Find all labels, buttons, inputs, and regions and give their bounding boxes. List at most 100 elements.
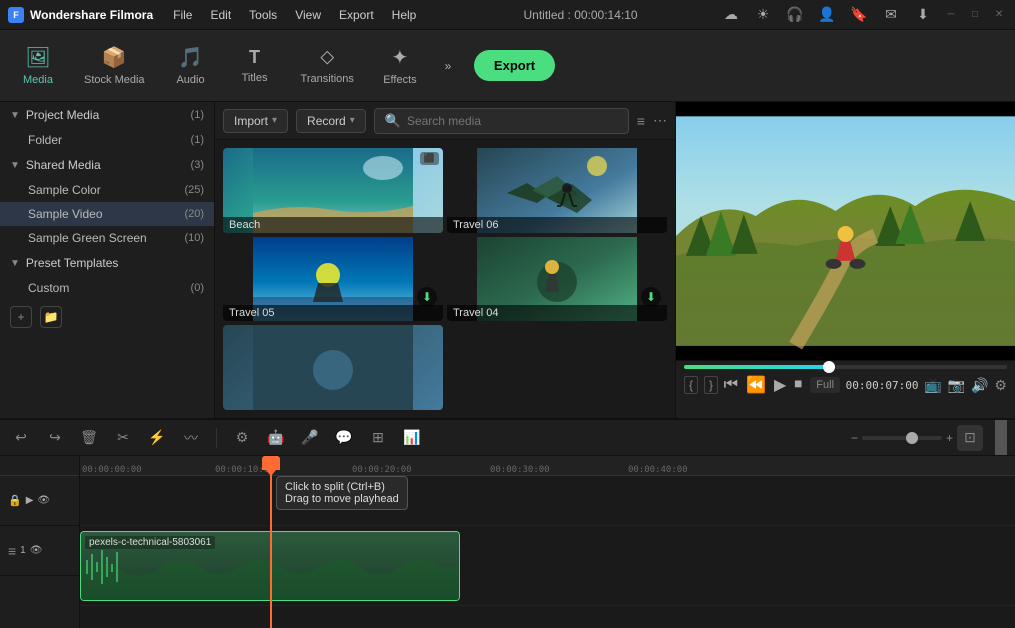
settings-icon[interactable]: ⚙ [994, 377, 1007, 394]
zoom-out-icon[interactable]: − [851, 431, 858, 445]
track-eye-icon-2[interactable]: 👁 [30, 545, 43, 556]
timeline-ruler[interactable]: 00:00:00:00 00:00:10:00 00:00:20:00 00:0… [80, 456, 1015, 476]
track-num-2: 1 [20, 545, 26, 556]
media-item-partial[interactable] [223, 325, 443, 410]
stop-button[interactable]: ⏹ [794, 376, 802, 394]
sample-green-item[interactable]: Sample Green Screen (10) [0, 226, 214, 250]
preset-title: Preset Templates [26, 256, 204, 270]
tooltip-line2: Drag to move playhead [285, 493, 399, 505]
frame-back-button[interactable]: ⏪ [746, 375, 766, 395]
camera-icon[interactable]: 📷 [948, 377, 965, 394]
audio-wave-button[interactable]: 〰 [178, 425, 204, 451]
sun-icon[interactable]: ☀ [751, 3, 775, 27]
menu-view[interactable]: View [287, 6, 329, 24]
tooltip-line1: Click to split (Ctrl+B) [285, 481, 399, 493]
download-icon[interactable]: ⬇ [911, 3, 935, 27]
maximize-button[interactable]: □ [967, 7, 983, 23]
subtitle-button[interactable]: 💬 [331, 425, 357, 451]
mail-icon[interactable]: ✉ [879, 3, 903, 27]
grid-icon[interactable]: ⋯ [653, 112, 667, 129]
minimize-button[interactable]: ─ [943, 7, 959, 23]
clip-label: pexels-c-technical-5803061 [85, 536, 215, 549]
playhead-line[interactable]: Click to split (Ctrl+B) Drag to move pla… [270, 456, 272, 628]
sample-color-item[interactable]: Sample Color (25) [0, 178, 214, 202]
menu-export[interactable]: Export [331, 6, 382, 24]
folder-label: Folder [28, 133, 191, 147]
track-2: pexels-c-technical-5803061 [80, 526, 1015, 606]
zoom-bar[interactable] [862, 436, 942, 440]
section-preset-header[interactable]: ▼ Preset Templates [0, 250, 214, 276]
media-label: Media [23, 74, 53, 86]
track-eye-icon-1[interactable]: 👁 [37, 495, 50, 506]
content-area: ▼ Project Media (1) Folder (1) ▼ Shared … [0, 102, 1015, 418]
ai-button[interactable]: 🤖 [263, 425, 289, 451]
headphone-icon[interactable]: 🎧 [783, 3, 807, 27]
adjust-button[interactable]: ⚡ [144, 425, 170, 451]
media-item-travel05[interactable]: ⬇ Travel 05 [223, 237, 443, 322]
record-arrow-icon: ▾ [350, 115, 355, 126]
filter-icon[interactable]: ≡ [637, 113, 645, 129]
redo-button[interactable]: ↪ [42, 425, 68, 451]
step-back-button[interactable]: ⏮ [724, 376, 738, 394]
toolbar-titles[interactable]: T Titles [225, 41, 285, 90]
transitions-label: Transitions [301, 73, 354, 85]
voiceover-button[interactable]: 🎤 [297, 425, 323, 451]
user-icon[interactable]: 👤 [815, 3, 839, 27]
download-icon-travel04[interactable]: ⬇ [641, 287, 661, 307]
playback-row: { } ⏮ ⏪ ▶ ⏹ Full 00:00:07:00 📺 📷 🔊 ⚙ [684, 375, 1007, 395]
sample-video-item[interactable]: Sample Video (20) [0, 202, 214, 226]
fit-button[interactable]: ⊡ [957, 425, 983, 451]
pip-button[interactable]: ⊞ [365, 425, 391, 451]
export-button[interactable]: Export [474, 50, 555, 81]
preview-timeline[interactable] [684, 365, 1007, 369]
download-icon-travel05[interactable]: ⬇ [417, 287, 437, 307]
scene-detect-button[interactable]: ⚙ [229, 425, 255, 451]
folder-item[interactable]: Folder (1) [0, 128, 214, 152]
preset-arrow-icon: ▼ [10, 258, 20, 269]
toolbar-media[interactable]: 🖼 Media [8, 39, 68, 92]
import-button[interactable]: Import ▾ [223, 109, 288, 133]
media-item-travel06[interactable]: Travel 06 [447, 148, 667, 233]
toolbar-audio[interactable]: 🎵 Audio [161, 39, 221, 92]
undo-button[interactable]: ↩ [8, 425, 34, 451]
titlebar-controls: ☁ ☀ 🎧 👤 🔖 ✉ ⬇ ─ □ ✕ [719, 3, 1007, 27]
custom-count: (0) [191, 282, 204, 294]
cut-button[interactable]: ✂ [110, 425, 136, 451]
delete-button[interactable]: 🗑 [76, 425, 102, 451]
volume-icon[interactable]: 🔊 [971, 377, 988, 394]
record-button[interactable]: Record ▾ [296, 109, 366, 133]
bookmark-icon[interactable]: 🔖 [847, 3, 871, 27]
menu-file[interactable]: File [165, 6, 200, 24]
wave-button[interactable]: 📊 [399, 425, 425, 451]
zoom-in-icon[interactable]: + [946, 431, 953, 445]
media-item-travel04[interactable]: ⬇ Travel 04 [447, 237, 667, 322]
sample-video-count: (20) [184, 208, 204, 220]
zoom-thumb [906, 432, 918, 444]
timeline-scroll-end [995, 420, 1007, 455]
folder-view-button[interactable]: 📁 [40, 306, 62, 328]
fullscreen-selector[interactable]: Full [810, 377, 840, 393]
search-input[interactable] [407, 114, 618, 128]
menu-tools[interactable]: Tools [241, 6, 285, 24]
section-project-media-header[interactable]: ▼ Project Media (1) [0, 102, 214, 128]
menu-edit[interactable]: Edit [202, 6, 239, 24]
playhead-head [262, 456, 280, 470]
monitor-icon[interactable]: 📺 [924, 377, 941, 394]
cloud-icon[interactable]: ☁ [719, 3, 743, 27]
toolbar-transitions[interactable]: ⬦ Transitions [289, 40, 366, 91]
custom-item[interactable]: Custom (0) [0, 276, 214, 300]
toolbar-more-button[interactable]: » [434, 52, 462, 80]
play-button[interactable]: ▶ [774, 375, 786, 395]
section-shared-media-header[interactable]: ▼ Shared Media (3) [0, 152, 214, 178]
media-item-beach[interactable]: ⬛ Beach [223, 148, 443, 233]
toolbar-effects[interactable]: ✦ Effects [370, 39, 430, 92]
playhead-tooltip: Click to split (Ctrl+B) Drag to move pla… [276, 476, 408, 510]
ruler-tick-0: 00:00:00:00 [82, 465, 142, 475]
add-folder-button[interactable]: + [10, 306, 32, 328]
timeline-thumb [823, 361, 835, 373]
out-point-label: } [704, 376, 718, 394]
lock-icon[interactable]: 🔒 [8, 494, 22, 507]
toolbar-stock-media[interactable]: 📦 Stock Media [72, 39, 157, 92]
close-button[interactable]: ✕ [991, 7, 1007, 23]
menu-help[interactable]: Help [384, 6, 425, 24]
